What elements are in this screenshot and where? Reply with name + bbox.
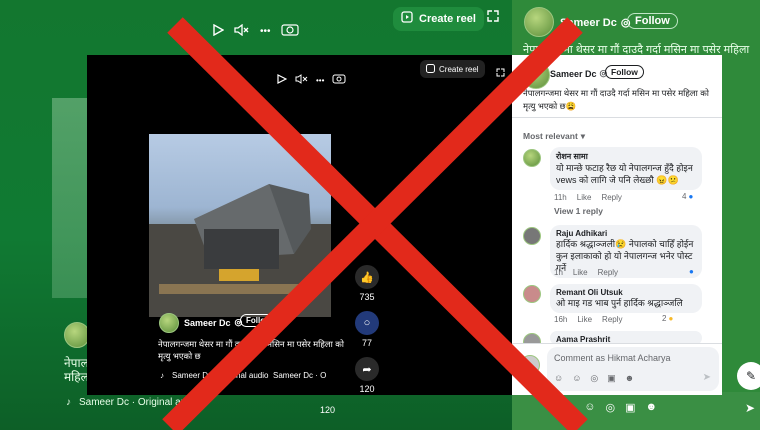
red-x-overlay [162, 17, 588, 430]
